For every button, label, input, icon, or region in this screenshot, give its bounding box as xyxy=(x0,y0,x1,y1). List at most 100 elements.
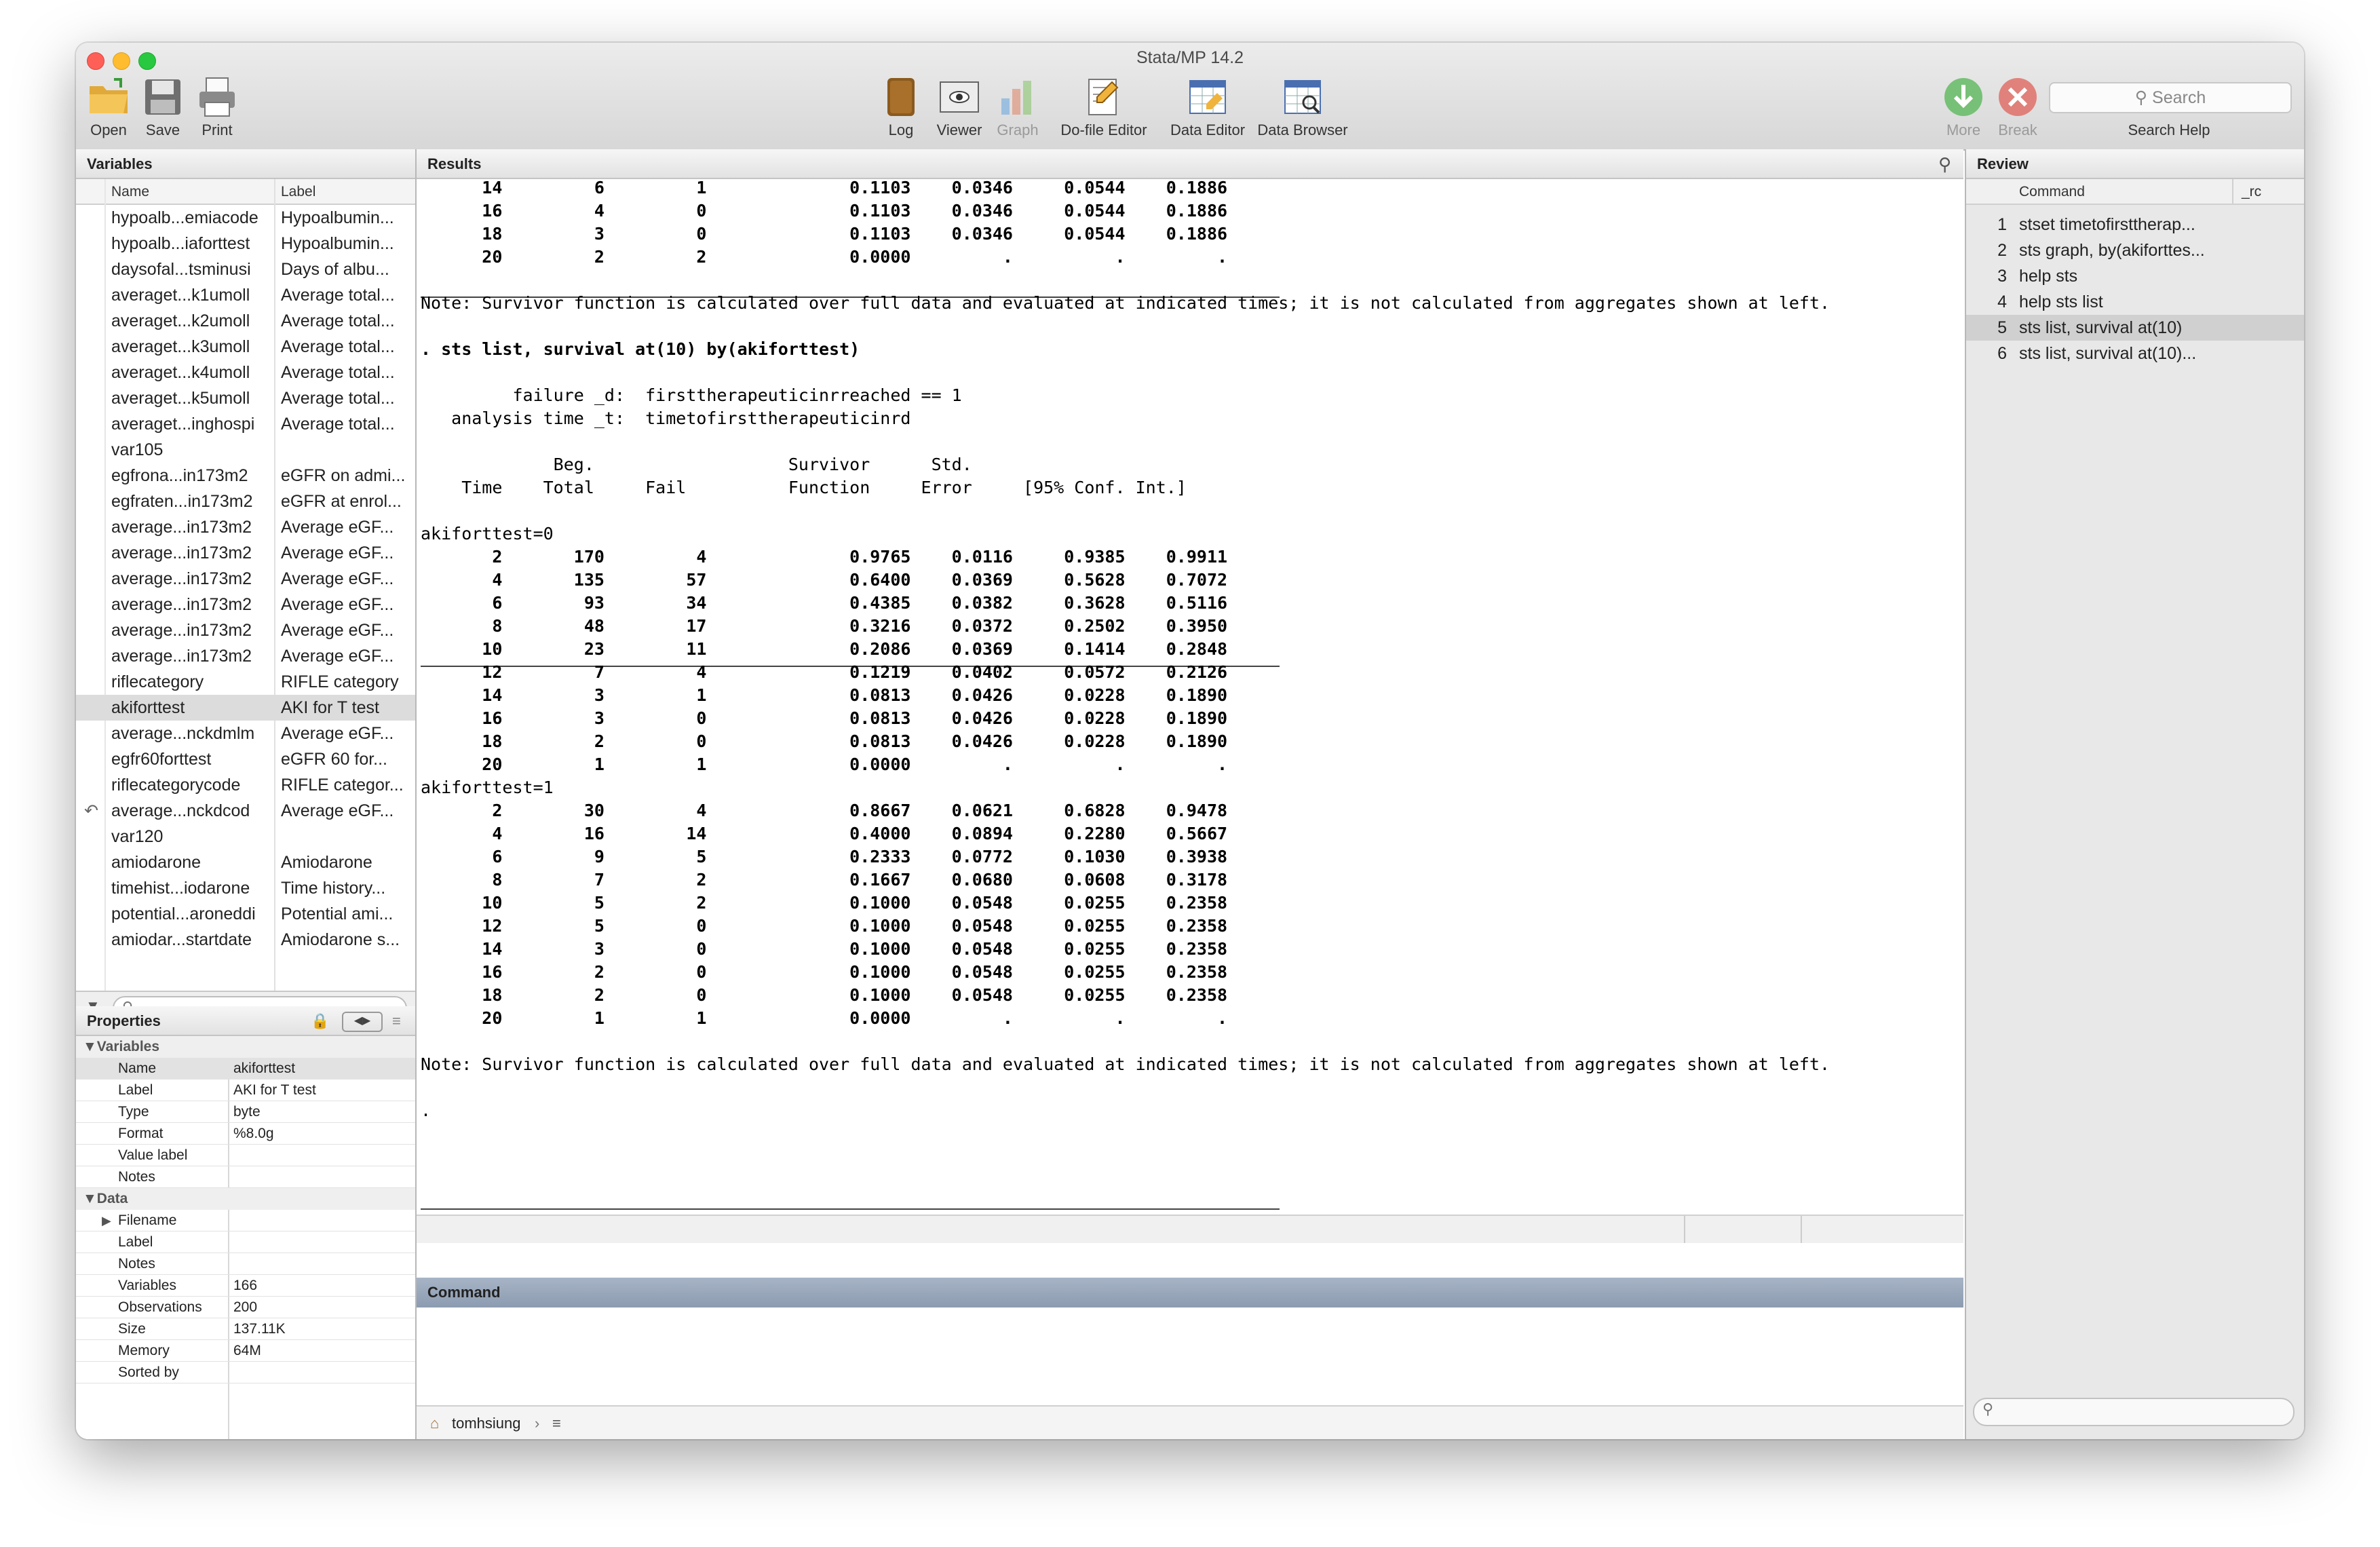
list-icon[interactable]: ≡ xyxy=(552,1407,561,1439)
variable-row[interactable]: averaget...k5umoll Average total... xyxy=(76,385,415,411)
variable-row[interactable]: amiodarone Amiodarone xyxy=(76,849,415,875)
variable-row[interactable]: average...in173m2 Average eGF... xyxy=(76,566,415,592)
variable-row[interactable]: ↶ average...nckdcod Average eGF... xyxy=(76,798,415,824)
property-row[interactable]: Sorted by xyxy=(76,1362,415,1383)
variable-row[interactable]: averaget...k3umoll Average total... xyxy=(76,334,415,360)
review-row-selected[interactable]: 5 sts list, survival at(10) xyxy=(1966,315,2304,341)
property-row[interactable]: ▶ Filename xyxy=(76,1210,415,1231)
property-row[interactable]: Notes xyxy=(76,1253,415,1275)
working-directory[interactable]: tomhsiung xyxy=(452,1407,521,1439)
properties-group-data[interactable]: ▼Data xyxy=(76,1188,415,1210)
review-row[interactable]: 3 help sts xyxy=(1966,263,2304,289)
variable-row-selected[interactable]: akiforttest AKI for T test xyxy=(76,695,415,721)
variable-row[interactable]: averaget...inghospi Average total... xyxy=(76,411,415,437)
variable-row[interactable]: averaget...k1umoll Average total... xyxy=(76,282,415,308)
property-row[interactable]: Observations 200 xyxy=(76,1297,415,1318)
variable-row[interactable]: average...in173m2 Average eGF... xyxy=(76,540,415,566)
variable-row[interactable]: average...in173m2 Average eGF... xyxy=(76,617,415,643)
review-row[interactable]: 4 help sts list xyxy=(1966,289,2304,315)
command-pane-title: Command xyxy=(417,1278,1963,1307)
variable-row[interactable]: average...nckdmlm Average eGF... xyxy=(76,721,415,746)
search-help-label: Search Help xyxy=(2128,121,2210,138)
property-row[interactable]: Type byte xyxy=(76,1101,415,1123)
command-input[interactable] xyxy=(417,1307,1963,1405)
spreadsheet-pencil-icon xyxy=(1186,75,1229,119)
print-button[interactable]: Print xyxy=(193,75,242,139)
results-line: Beg. Survivor Std. xyxy=(421,455,972,474)
review-pane: Review Command _rc 1 stset timetofirstthe… xyxy=(1965,149,2304,1439)
more-button[interactable]: More xyxy=(1939,75,1988,139)
property-row[interactable]: Format %8.0g xyxy=(76,1123,415,1145)
results-scroll-footer[interactable] xyxy=(417,1215,1963,1243)
results-pane: Results ⚲ 14 6 1 0.1103 0.0346 0.0544 0.… xyxy=(417,149,1963,1243)
variable-row[interactable]: amiodar...startdate Amiodarone s... xyxy=(76,927,415,953)
results-line: 14 3 0 0.1000 0.0548 0.0255 0.2358 xyxy=(421,939,1228,959)
variable-row[interactable]: var105 xyxy=(76,437,415,463)
variable-row[interactable]: average...in173m2 Average eGF... xyxy=(76,643,415,669)
variables-name-column[interactable]: Name xyxy=(111,179,149,205)
property-row[interactable]: Label AKI for T test xyxy=(76,1080,415,1101)
review-row[interactable]: 1 stset timetofirsttherap... xyxy=(1966,212,2304,237)
variables-list[interactable]: hypoalb...emiacode Hypoalbumin... hypoalb… xyxy=(76,205,415,999)
search-icon: ⚲ xyxy=(2134,88,2148,107)
search-input[interactable]: ⚲ Search xyxy=(2049,82,2292,113)
variable-row[interactable]: egfraten...in173m2 eGFR at enrol... xyxy=(76,489,415,514)
save-button[interactable]: Save xyxy=(138,75,187,139)
break-button[interactable]: Break xyxy=(1993,75,2042,139)
graph-button[interactable]: Graph xyxy=(991,75,1045,139)
property-row[interactable]: Variables 166 xyxy=(76,1275,415,1297)
variable-row[interactable]: riflecategorycode RIFLE categor... xyxy=(76,772,415,798)
lock-icon[interactable]: 🔒 xyxy=(311,1006,329,1036)
variable-row[interactable]: averaget...k2umoll Average total... xyxy=(76,308,415,334)
viewer-button[interactable]: Viewer xyxy=(932,75,986,139)
variable-row[interactable]: potential...aroneddi Potential ami... xyxy=(76,901,415,927)
variable-row[interactable]: average...in173m2 Average eGF... xyxy=(76,592,415,617)
disclosure-triangle-right-icon[interactable]: ▶ xyxy=(102,1210,111,1231)
property-row[interactable]: Value label xyxy=(76,1145,415,1166)
property-row[interactable]: Label xyxy=(76,1231,415,1253)
results-line: 10 23 11 0.2086 0.0369 0.1414 0.2848 xyxy=(421,639,1228,659)
results-output[interactable]: 14 6 1 0.1103 0.0346 0.0544 0.1886 16 4 … xyxy=(417,179,1963,1210)
review-filter-input[interactable]: ⚲ xyxy=(1973,1398,2295,1426)
variable-row[interactable]: hypoalb...emiacode Hypoalbumin... xyxy=(76,205,415,231)
results-line: Note: Survivor function is calculated ov… xyxy=(421,1054,1830,1074)
review-command-column[interactable]: Command xyxy=(2019,179,2085,205)
data-editor-button[interactable]: Data Editor xyxy=(1166,75,1250,139)
properties-group-variables[interactable]: ▼Variables xyxy=(76,1036,415,1058)
variable-row[interactable]: var120 xyxy=(76,824,415,849)
results-line: akiforttest=0 xyxy=(421,524,554,543)
variable-row[interactable]: averaget...k4umoll Average total... xyxy=(76,360,415,385)
do-file-editor-button[interactable]: Do-file Editor xyxy=(1053,75,1155,139)
prev-next-arrows[interactable]: ◀▶ xyxy=(342,1012,383,1032)
review-row[interactable]: 2 sts graph, by(akiforttes... xyxy=(1966,237,2304,263)
menu-lines-icon[interactable]: ≡ xyxy=(392,1006,401,1036)
property-row[interactable]: Name akiforttest xyxy=(76,1058,415,1080)
variable-row[interactable]: timehist...iodarone Time history... xyxy=(76,875,415,901)
variable-row[interactable]: egfr60forttest eGFR 60 for... xyxy=(76,746,415,772)
results-line: akiforttest=1 xyxy=(421,778,554,797)
results-line: 16 4 0 0.1103 0.0346 0.0544 0.1886 xyxy=(421,201,1228,221)
review-row[interactable]: 6 sts list, survival at(10)... xyxy=(1966,341,2304,366)
review-column-header: Command _rc xyxy=(1966,179,2304,205)
variable-row[interactable]: riflecategory RIFLE category xyxy=(76,669,415,695)
search-icon: ⚲ xyxy=(1982,1400,1994,1417)
variable-row[interactable]: egfrona...in173m2 eGFR on admi... xyxy=(76,463,415,489)
review-rc-column[interactable]: _rc xyxy=(2242,179,2261,205)
search-icon[interactable]: ⚲ xyxy=(1938,149,1951,179)
variable-row[interactable]: average...in173m2 Average eGF... xyxy=(76,514,415,540)
results-line: 12 7 4 0.1219 0.0402 0.0572 0.2126 xyxy=(421,662,1228,682)
property-row[interactable]: Notes xyxy=(76,1166,415,1188)
variables-pane: Variables Name Label hypoalb...emiacode H… xyxy=(76,149,417,1031)
chevron-right-icon: › xyxy=(535,1415,540,1432)
bar-chart-icon xyxy=(996,75,1039,119)
property-row[interactable]: Memory 64M xyxy=(76,1340,415,1362)
variable-row[interactable]: daysofal...tsminusi Days of albu... xyxy=(76,256,415,282)
undo-arrow-icon: ↶ xyxy=(84,801,98,820)
data-browser-button[interactable]: Data Browser xyxy=(1256,75,1349,139)
log-button[interactable]: Log xyxy=(877,75,925,139)
variables-label-column[interactable]: Label xyxy=(281,179,315,205)
property-row[interactable]: Size 137.11K xyxy=(76,1318,415,1340)
disclosure-triangle-icon: ▼ xyxy=(83,1191,97,1206)
open-button[interactable]: Open xyxy=(84,75,133,139)
variable-row[interactable]: hypoalb...iaforttest Hypoalbumin... xyxy=(76,231,415,256)
